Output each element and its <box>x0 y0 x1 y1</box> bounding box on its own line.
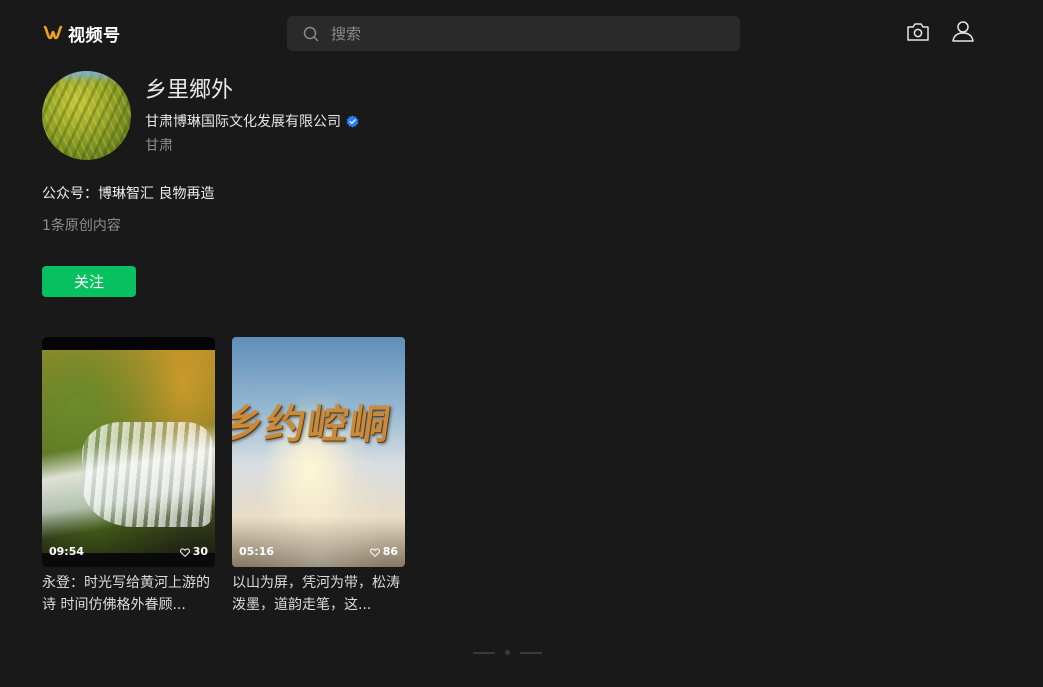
avatar <box>42 71 131 160</box>
video-duration: 09:54 <box>49 545 85 558</box>
pager-dash <box>520 651 542 654</box>
search-bar[interactable] <box>287 16 740 51</box>
camera-button[interactable] <box>906 23 930 45</box>
company-name: 甘肃博琳国际文化发展有限公司 <box>145 114 341 130</box>
video-thumbnail: 09:54 30 <box>42 337 215 567</box>
profile-name: 乡里郷外 <box>145 78 234 103</box>
video-title[interactable]: 永登：时光写给黄河上游的诗 时间仿佛格外眷顾... <box>42 572 217 616</box>
profile-location: 甘肃 <box>145 138 173 154</box>
channel-page: 视频号 乡里郷外 甘肃博琳国际文化发展有 <box>0 0 1043 687</box>
channels-logo[interactable]: 视频号 <box>43 22 121 46</box>
video-card[interactable]: 乡约崆峒 05:16 86 以山为屏，凭河为带，松涛泼墨，道韵走笔，这... <box>232 337 405 616</box>
heart-icon <box>179 547 190 557</box>
search-icon <box>303 26 319 42</box>
pager-dash <box>473 651 495 654</box>
waterfall-image <box>82 422 212 527</box>
video-likes: 30 <box>179 545 208 559</box>
user-button[interactable] <box>951 21 975 45</box>
original-content-count: 1条原创内容 <box>42 218 121 234</box>
video-card[interactable]: 09:54 30 永登：时光写给黄河上游的诗 时间仿佛格外眷顾... <box>42 337 215 616</box>
pager-dot <box>505 650 510 655</box>
video-likes-count: 30 <box>192 545 208 558</box>
heart-icon <box>369 547 380 557</box>
thumbnail-title-art: 乡约崆峒 <box>232 401 395 448</box>
video-thumbnail: 乡约崆峒 05:16 86 <box>232 337 405 567</box>
camera-icon <box>906 22 930 46</box>
channels-logo-text: 视频号 <box>68 25 121 46</box>
channels-logo-icon <box>43 24 63 42</box>
video-duration: 05:16 <box>239 545 275 558</box>
verified-icon <box>346 115 359 128</box>
user-icon <box>951 19 975 47</box>
video-title[interactable]: 以山为屏，凭河为带，松涛泼墨，道韵走笔，这... <box>232 572 407 616</box>
follow-button[interactable]: 关注 <box>42 266 136 297</box>
search-input[interactable] <box>329 23 693 44</box>
video-likes-count: 86 <box>382 545 398 558</box>
company-row: 甘肃博琳国际文化发展有限公司 <box>145 111 359 131</box>
video-likes: 86 <box>369 545 398 559</box>
public-account-info: 公众号：博琳智汇 良物再造 <box>42 186 215 202</box>
pagination-indicator <box>473 650 542 655</box>
